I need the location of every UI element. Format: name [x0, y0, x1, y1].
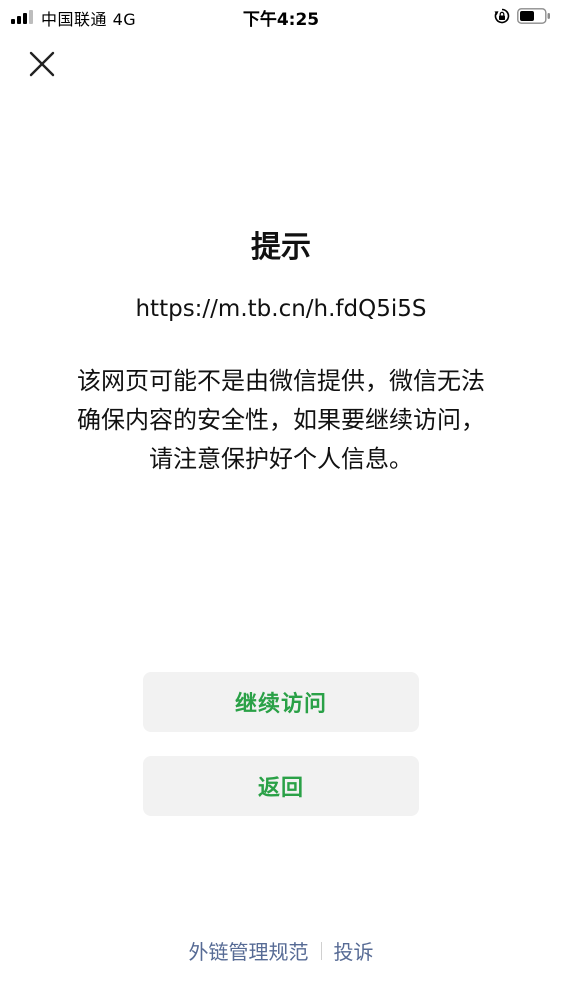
rotation-lock-icon	[494, 8, 510, 24]
warning-message-line: 该网页可能不是由微信提供，微信无法	[77, 367, 485, 395]
footer-links: 外链管理规范 投诉	[0, 936, 562, 965]
report-link[interactable]: 投诉	[334, 936, 374, 965]
warning-message: 该网页可能不是由微信提供，微信无法 确保内容的安全性，如果要继续访问， 请注意保…	[56, 362, 506, 479]
status-time: 下午4:25	[242, 10, 320, 30]
warning-message-line: 确保内容的安全性，如果要继续访问，	[77, 406, 485, 434]
warning-url: https://m.tb.cn/h.fdQ5i5S	[135, 296, 427, 322]
browser-warning-screen: 中国联通 4G 下午4:25 提示 https://m.tb.cn/h.fdQ5…	[0, 0, 562, 1000]
footer-divider	[320, 941, 322, 960]
close-icon[interactable]	[26, 48, 58, 80]
continue-visit-button[interactable]: 继续访问	[143, 672, 419, 732]
external-link-rules-link[interactable]: 外链管理规范	[189, 936, 309, 965]
warning-message-line: 请注意保护好个人信息。	[149, 445, 413, 473]
back-button[interactable]: 返回	[143, 756, 419, 816]
page-title: 提示	[251, 230, 311, 265]
battery-icon	[517, 8, 550, 24]
status-bar: 中国联通 4G 下午4:25	[0, 0, 562, 34]
